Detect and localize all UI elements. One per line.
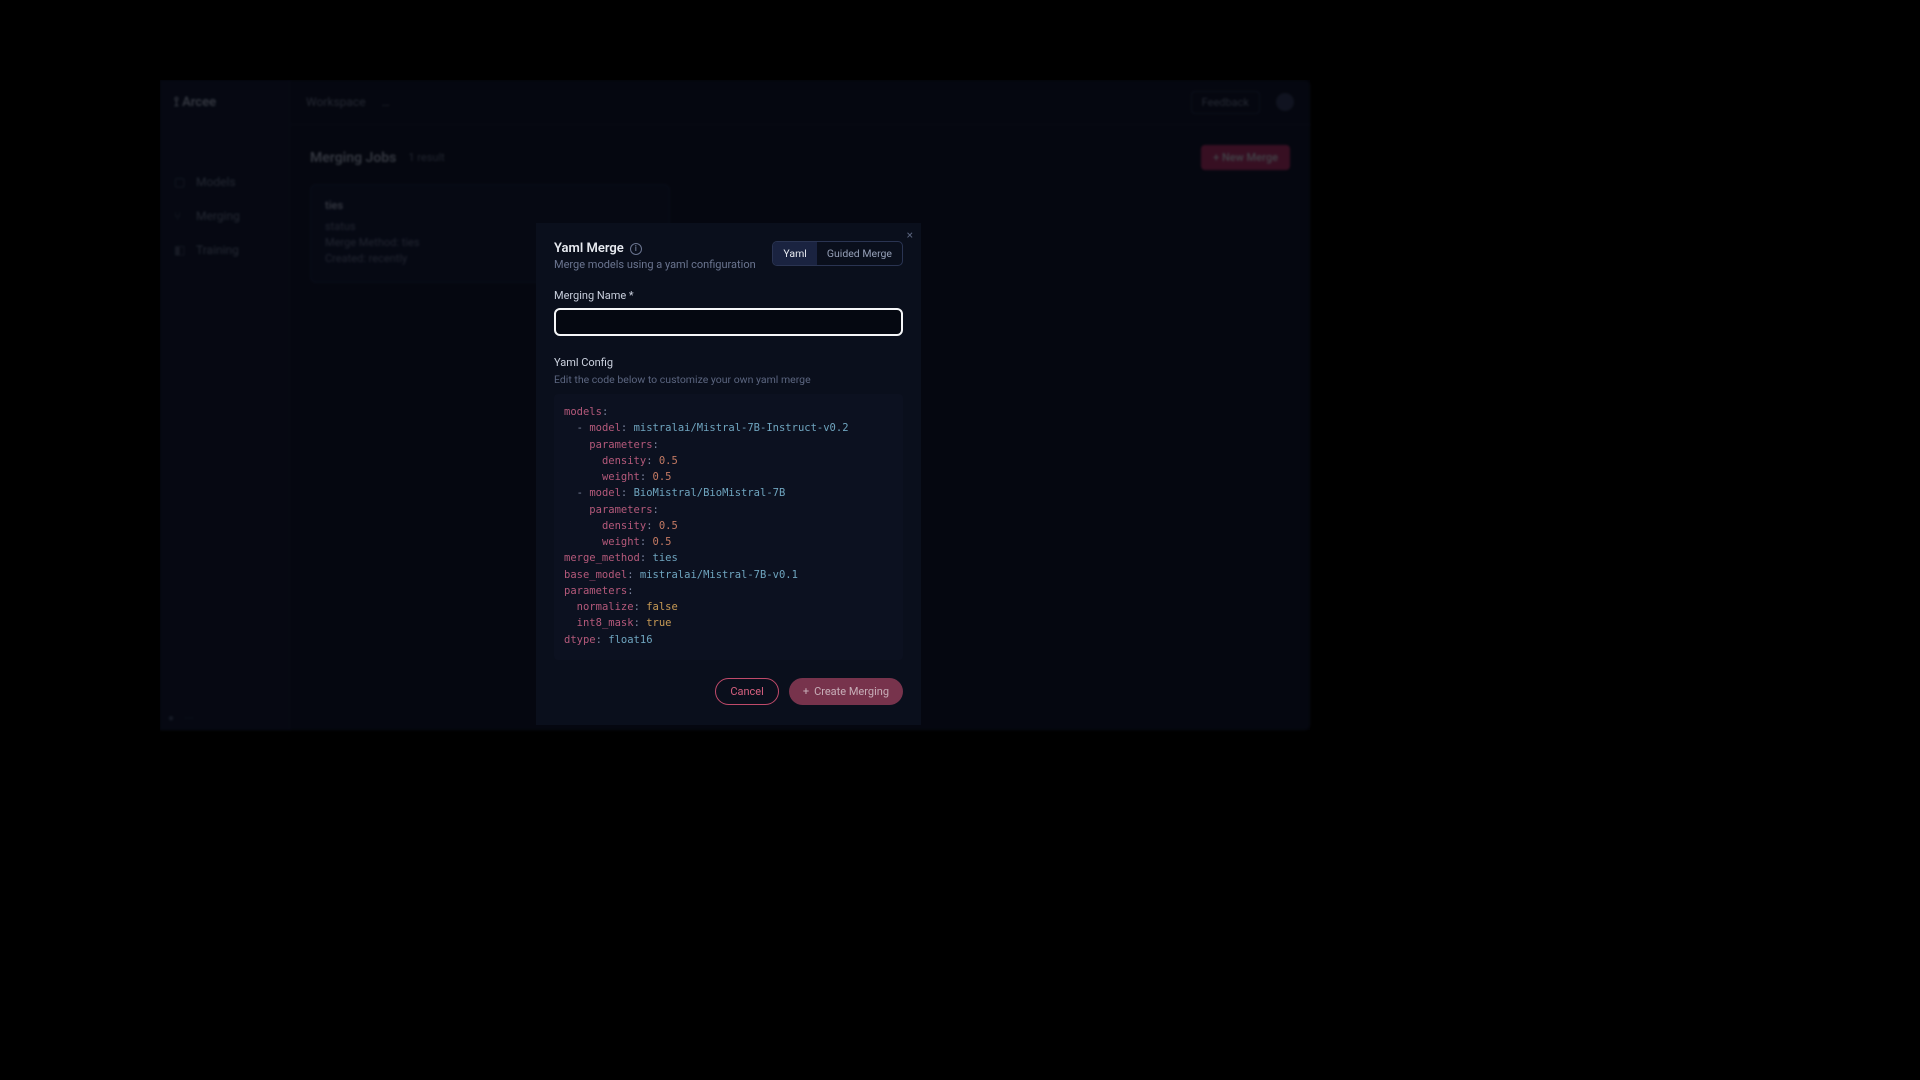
modal-subtitle: Merge models using a yaml configuration xyxy=(554,258,760,271)
modal-title: Yaml Merge i xyxy=(554,241,760,256)
merging-name-label: Merging Name * xyxy=(554,289,903,302)
yaml-merge-modal: × Yaml Merge i Merge models using a yaml… xyxy=(536,223,921,725)
close-icon[interactable]: × xyxy=(907,229,913,241)
merging-name-input[interactable] xyxy=(554,308,903,336)
yaml-config-help: Edit the code below to customize your ow… xyxy=(554,373,903,386)
merge-mode-tabs: Yaml Guided Merge xyxy=(772,241,903,266)
info-icon[interactable]: i xyxy=(630,243,642,255)
cancel-button[interactable]: Cancel xyxy=(715,678,778,705)
plus-icon: + xyxy=(803,686,809,697)
tab-yaml[interactable]: Yaml xyxy=(773,242,816,265)
yaml-editor[interactable]: models: - model: mistralai/Mistral-7B-In… xyxy=(554,394,903,660)
yaml-config-label: Yaml Config xyxy=(554,356,903,369)
create-merging-button[interactable]: + Create Merging xyxy=(789,678,903,705)
tab-guided[interactable]: Guided Merge xyxy=(817,242,902,265)
